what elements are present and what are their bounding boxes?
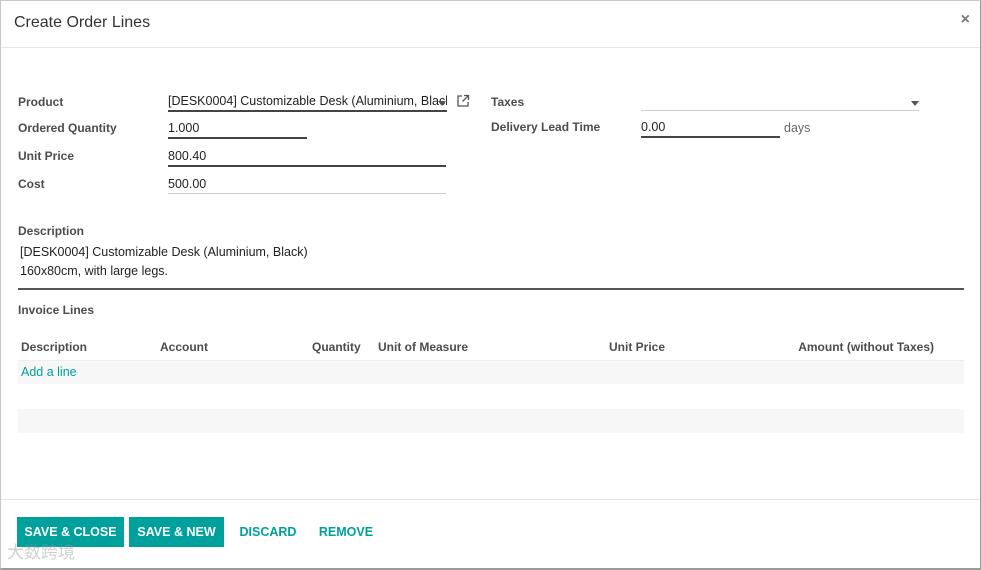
taxes-field[interactable] bbox=[641, 92, 919, 111]
description-line-1: [DESK0004] Customizable Desk (Aluminium,… bbox=[20, 245, 308, 259]
description-underline bbox=[18, 288, 964, 290]
column-header-amount[interactable]: Amount (without Taxes) bbox=[798, 340, 934, 354]
add-a-line-link[interactable]: Add a line bbox=[21, 365, 77, 379]
description-label: Description bbox=[18, 224, 85, 238]
caret-down-icon[interactable] bbox=[911, 101, 919, 106]
column-header-description[interactable]: Description bbox=[21, 340, 87, 354]
ordered-quantity-field[interactable]: 1.000 bbox=[168, 119, 307, 139]
column-header-account[interactable]: Account bbox=[160, 340, 208, 354]
unit-price-label: Unit Price bbox=[18, 149, 75, 163]
watermark-logo: 大数跨境 bbox=[7, 543, 75, 563]
invoice-lines-label: Invoice Lines bbox=[18, 303, 95, 317]
days-suffix: days bbox=[784, 121, 811, 135]
save-new-button[interactable]: SAVE & NEW bbox=[129, 517, 224, 547]
table-row bbox=[18, 409, 964, 433]
product-label: Product bbox=[18, 95, 64, 109]
dialog-header: Create Order Lines × bbox=[1, 1, 980, 48]
dialog-footer: SAVE & CLOSE SAVE & NEW DISCARD REMOVE bbox=[1, 499, 980, 569]
taxes-label: Taxes bbox=[491, 95, 525, 109]
description-line-2: 160x80cm, with large legs. bbox=[20, 264, 168, 278]
column-header-unit-of-measure[interactable]: Unit of Measure bbox=[378, 340, 468, 354]
delivery-lead-time-field[interactable]: 0.00 bbox=[641, 118, 780, 138]
table-row bbox=[18, 385, 964, 409]
unit-price-field[interactable]: 800.40 bbox=[168, 147, 446, 167]
caret-down-icon[interactable] bbox=[438, 101, 446, 106]
close-icon[interactable]: × bbox=[961, 11, 970, 29]
cost-field[interactable]: 500.00 bbox=[168, 175, 446, 194]
remove-button[interactable]: REMOVE bbox=[311, 517, 381, 547]
table-row: Add a line bbox=[18, 361, 964, 384]
external-link-icon[interactable] bbox=[456, 94, 470, 108]
create-order-lines-dialog: Create Order Lines × Product [DESK0004] … bbox=[0, 0, 981, 570]
cost-label: Cost bbox=[18, 177, 45, 191]
discard-button[interactable]: DISCARD bbox=[233, 517, 303, 547]
description-field[interactable]: [DESK0004] Customizable Desk (Aluminium,… bbox=[20, 243, 308, 281]
column-header-unit-price[interactable]: Unit Price bbox=[609, 340, 665, 354]
delivery-lead-time-label: Delivery Lead Time bbox=[491, 120, 601, 134]
ordered-quantity-label: Ordered Quantity bbox=[18, 121, 117, 135]
column-header-quantity[interactable]: Quantity bbox=[312, 340, 361, 354]
product-field[interactable]: [DESK0004] Customizable Desk (Aluminium,… bbox=[168, 92, 447, 112]
invoice-lines-table-header: Description Account Quantity Unit of Mea… bbox=[18, 336, 964, 361]
dialog-title: Create Order Lines bbox=[14, 14, 151, 31]
